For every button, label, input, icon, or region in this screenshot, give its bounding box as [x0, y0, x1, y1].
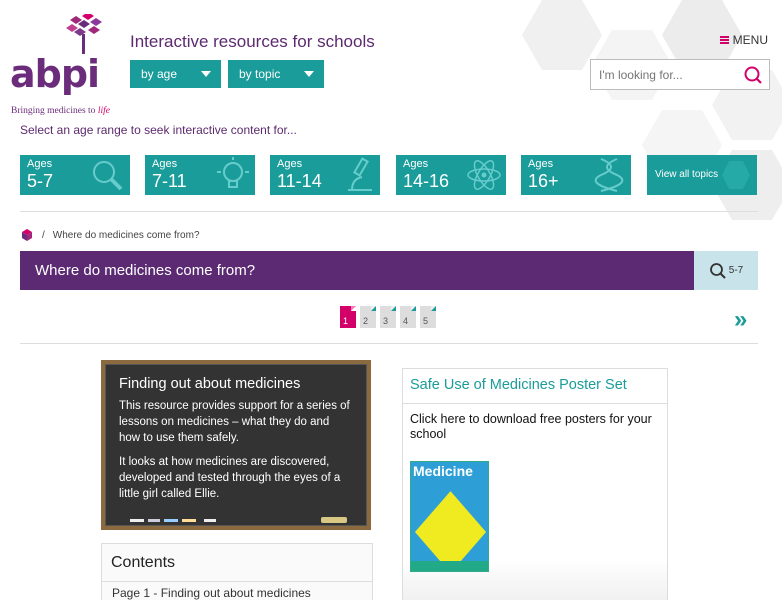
contents-item[interactable]: Page 1 - Finding out about medicines [102, 582, 372, 600]
dna-icon [594, 158, 624, 192]
atom-icon [467, 160, 501, 190]
poster-yellow-shape [414, 491, 487, 571]
menu-label: MENU [732, 33, 768, 47]
breadcrumb: / Where do medicines come from? [20, 228, 200, 242]
page-1-button[interactable]: 1 [340, 306, 356, 328]
breadcrumb-separator: / [42, 229, 45, 241]
logo-wordmark: abpi [10, 52, 100, 96]
chevron-down-icon [201, 71, 211, 77]
poster-thumbnail[interactable]: Medicine [410, 461, 489, 572]
site-title: Interactive resources for schools [130, 32, 375, 51]
topic-dropdown[interactable]: by topic [228, 60, 324, 88]
site-header: abpi Bringing medicines to life Interact… [0, 0, 782, 116]
tile-ages-14-16[interactable]: Ages 14-16 [396, 155, 506, 195]
tile-range: 11-14 [277, 171, 322, 191]
promo-title[interactable]: Safe Use of Medicines Poster Set [403, 369, 667, 404]
tile-label: Ages [277, 158, 303, 170]
tile-ages-7-11[interactable]: Ages 7-11 [145, 155, 255, 195]
topic-dropdown-label: by topic [239, 67, 281, 81]
chalk-stick [130, 519, 144, 522]
page-4-button[interactable]: 4 [400, 306, 416, 328]
board-paragraph-2: It looks at how medicines are discovered… [119, 456, 341, 500]
contents-panel: Contents Page 1 - Finding out about medi… [101, 543, 373, 600]
divider [20, 343, 758, 344]
tile-label: Ages [403, 158, 429, 170]
age-tiles: Ages 5-7 Ages 7-11 Ages 11-14 Ages 14-16 [20, 155, 758, 195]
tile-ages-16-plus[interactable]: Ages 16+ [521, 155, 631, 195]
home-icon[interactable] [20, 228, 34, 242]
chalk-stick [148, 519, 160, 522]
search-icon[interactable] [743, 65, 763, 85]
chalk-stick [164, 519, 178, 522]
next-page-button[interactable]: » [734, 306, 747, 334]
chalkboard-panel: Finding out about medicines This resourc… [101, 360, 371, 530]
microscope-icon [348, 157, 372, 191]
tile-range: 16+ [528, 171, 559, 191]
page-5-button[interactable]: 5 [420, 306, 436, 328]
hamburger-icon [719, 36, 729, 44]
age-range-prompt: Select an age range to seek interactive … [20, 123, 297, 137]
board-duster [321, 517, 347, 523]
tile-label: Ages [152, 158, 178, 170]
chalkboard-surface: Finding out about medicines This resourc… [105, 364, 367, 526]
abpi-logo[interactable]: abpi Bringing medicines to life [10, 14, 110, 116]
page-pagination: 1 2 3 4 5 [340, 306, 436, 328]
poster-promo-panel: Safe Use of Medicines Poster Set Click h… [402, 368, 668, 600]
tile-ages-5-7[interactable]: Ages 5-7 [20, 155, 130, 195]
board-title: Finding out about medicines [119, 376, 301, 392]
page-2-button[interactable]: 2 [360, 306, 376, 328]
age-dropdown-label: by age [141, 67, 178, 81]
poster-footer-strip [411, 561, 488, 571]
breadcrumb-current: Where do medicines come from? [52, 229, 200, 241]
tile-label: Ages [27, 158, 53, 170]
tile-ages-11-14[interactable]: Ages 11-14 [270, 155, 380, 195]
lightbulb-icon [217, 157, 249, 188]
tree-logo-icon [66, 14, 102, 54]
hexagon-icon [722, 161, 750, 189]
tile-range: 14-16 [403, 171, 450, 191]
contents-heading: Contents [102, 544, 372, 582]
chevron-down-icon [304, 71, 314, 77]
page-3-button[interactable]: 3 [380, 306, 396, 328]
age-dropdown[interactable]: by age [130, 60, 221, 88]
tile-range: 7-11 [152, 171, 187, 191]
poster-title: Medicine [413, 463, 473, 479]
logo-tagline: Bringing medicines to life [11, 106, 110, 116]
download-posters-link[interactable]: Click here to download free posters for … [403, 404, 667, 450]
search-input[interactable] [591, 60, 741, 89]
age-level-label: 5-7 [728, 265, 744, 276]
view-all-label: View all topics [655, 169, 719, 180]
chalk-stick [182, 519, 196, 522]
divider [20, 211, 758, 212]
menu-button[interactable]: MENU [719, 33, 768, 47]
search-box [590, 59, 770, 90]
view-all-topics-button[interactable]: View all topics [647, 155, 757, 195]
tile-range: 5-7 [27, 171, 54, 191]
board-paragraph-1: This resource provides support for a ser… [119, 400, 350, 444]
page-title: Where do medicines come from? [20, 251, 694, 290]
age-level-badge[interactable]: 5-7 [694, 251, 758, 290]
tile-label: Ages [528, 158, 554, 170]
search-icon [709, 262, 726, 279]
magnifier-icon [93, 161, 123, 191]
chalk-stick [204, 519, 216, 522]
